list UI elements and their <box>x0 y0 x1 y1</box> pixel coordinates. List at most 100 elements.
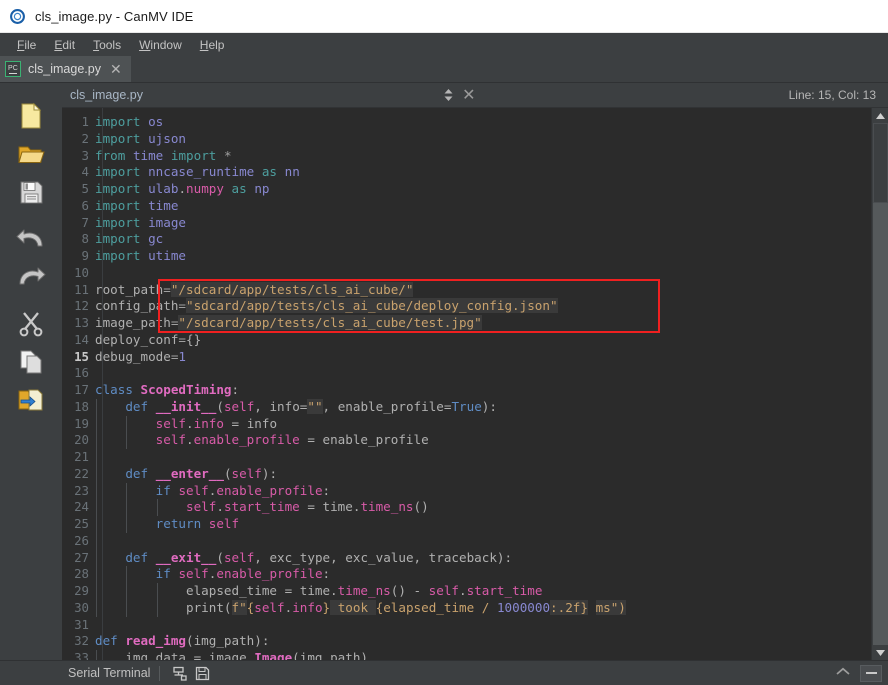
code-line-text: import utime <box>95 248 871 265</box>
menu-item-edit[interactable]: Edit <box>45 36 84 54</box>
code-scroll-viewport[interactable]: 1 import os 2 import ujson 3 from time import… <box>62 108 871 660</box>
code-line: 32 def read_img(img_path): <box>62 633 871 650</box>
undo-icon <box>16 228 46 250</box>
code-token: ms") <box>595 599 626 615</box>
menu-mnemonic: W <box>139 37 151 52</box>
serial-terminal-label[interactable]: Serial Terminal <box>62 666 150 680</box>
code-token: time_ns <box>360 499 414 515</box>
editor-tab-strip: PC cls_image.py ✕ <box>0 56 888 83</box>
cut-button[interactable] <box>11 305 51 343</box>
code-token: self <box>231 465 262 481</box>
tab-close-icon[interactable]: ✕ <box>108 62 124 76</box>
code-line: 15 debug_mode=1 <box>62 349 871 366</box>
tab-label: cls_image.py <box>28 62 101 76</box>
code-token: {} <box>186 331 202 347</box>
tab-cls-image-py[interactable]: PC cls_image.py ✕ <box>0 56 131 82</box>
save-terminal-icon[interactable] <box>191 663 213 683</box>
code-token: def <box>125 549 149 565</box>
code-token: . <box>186 415 194 431</box>
code-token: as <box>231 181 247 196</box>
code-lines: 1 import os 2 import ujson 3 from time import… <box>62 114 871 660</box>
code-token: import <box>95 231 141 247</box>
code-line-text: import gc <box>95 231 871 248</box>
code-line: 12 config_path="sdcard/app/tests/cls_ai_c… <box>62 298 871 315</box>
line-number: 16 <box>74 365 89 381</box>
code-token: = info <box>223 415 278 431</box>
open-file-button[interactable] <box>11 135 51 173</box>
menu-label: ools <box>99 37 122 52</box>
code-token: import <box>95 164 141 180</box>
line-number: 12 <box>74 298 89 314</box>
code-token: : <box>231 382 240 397</box>
cursor-position-label: Line: 15, Col: 13 <box>788 88 877 102</box>
line-number: 17 <box>74 382 89 397</box>
menu-item-file[interactable]: File <box>8 36 45 54</box>
code-token: def <box>125 398 149 414</box>
code-token: self <box>254 599 285 615</box>
code-token: self <box>428 583 459 598</box>
code-line-text: self.start_time = time.time_ns() <box>95 499 871 516</box>
indent-guide <box>96 650 97 660</box>
menu-label: dit <box>62 37 76 52</box>
indent-guide <box>126 566 128 583</box>
scrollbar-track[interactable] <box>873 123 888 645</box>
code-token: ( <box>216 549 224 565</box>
code-editor[interactable]: 1 import os 2 import ujson 3 from time import… <box>62 108 888 660</box>
redo-button[interactable] <box>11 258 51 296</box>
scroll-down-arrow-icon[interactable] <box>872 645 888 660</box>
menu-item-window[interactable]: Window <box>130 36 191 54</box>
indent-guide <box>126 482 128 500</box>
code-line-text: import ujson <box>95 131 871 148</box>
code-token: img_data = image. <box>125 650 255 660</box>
serial-connect-icon[interactable] <box>169 663 191 683</box>
undo-button[interactable] <box>11 220 51 258</box>
python-file-icon: PC <box>5 61 21 77</box>
code-token: . <box>186 432 194 448</box>
scrollbar-thumb[interactable] <box>873 123 888 203</box>
menu-item-help[interactable]: Help <box>191 36 234 54</box>
vertical-scrollbar[interactable] <box>871 108 888 660</box>
code-token: ujson <box>148 130 187 146</box>
split-updown-icon[interactable] <box>439 85 459 105</box>
code-token: (img_path) <box>292 650 368 660</box>
window-title: cls_image.py - CanMV IDE <box>35 8 194 24</box>
code-line-text: import time <box>95 198 871 215</box>
line-number: 7 <box>81 214 89 230</box>
code-line: 3 from time import * <box>62 148 871 165</box>
code-line: 18 def __init__(self, info="", enable_pr… <box>62 398 871 416</box>
editor-close-icon[interactable]: ✕ <box>459 85 479 105</box>
code-token: self <box>223 398 255 414</box>
code-line: 22 def __enter__(self): <box>62 465 871 483</box>
code-token: } <box>322 599 331 615</box>
code-token: "sdcard/app/tests/cls_ai_cube/deploy_con… <box>186 298 558 314</box>
tool-rail <box>0 83 62 660</box>
status-panel-toggle-button[interactable] <box>860 664 882 682</box>
code-token: info <box>292 599 323 615</box>
paste-button[interactable] <box>11 381 51 419</box>
scroll-up-arrow-icon[interactable] <box>872 108 888 123</box>
code-token: time <box>132 147 164 163</box>
status-expand-caret-icon[interactable] <box>826 667 860 679</box>
indent-guide <box>96 566 97 583</box>
code-line: 11 root_path="/sdcard/app/tests/cls_ai_cu… <box>62 281 871 299</box>
code-token: numpy <box>186 181 224 196</box>
copy-button[interactable] <box>11 343 51 381</box>
code-line: 17 class ScopedTiming: <box>62 382 871 399</box>
code-line-text: self.enable_profile = enable_profile <box>95 432 871 449</box>
code-token: return <box>155 516 202 531</box>
line-number: 19 <box>74 415 89 431</box>
menu-item-tools[interactable]: Tools <box>84 36 130 54</box>
save-button[interactable] <box>11 173 51 211</box>
code-token: from <box>95 147 126 163</box>
code-line-text: if self.enable_profile: <box>95 566 871 583</box>
new-file-button[interactable] <box>11 97 51 135</box>
line-number: 30 <box>74 599 89 615</box>
code-token: read_img <box>125 633 187 649</box>
code-line-text: def read_img(img_path): <box>95 633 871 650</box>
